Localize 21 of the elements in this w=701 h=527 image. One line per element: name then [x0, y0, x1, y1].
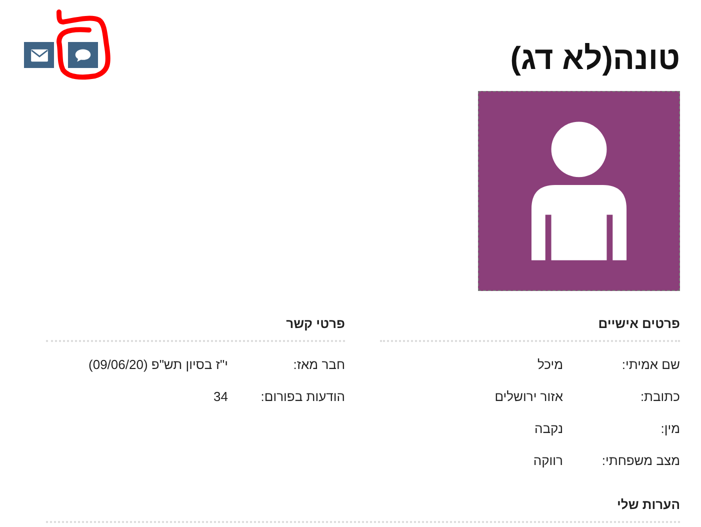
field-value: י"ז בסיון תש"פ (09/06/20)	[88, 356, 228, 372]
chat-button[interactable]	[68, 42, 98, 68]
avatar-icon	[478, 91, 680, 291]
field-value: מיכל	[538, 356, 563, 372]
field-label: שם אמיתי:	[620, 356, 680, 372]
field-label: מין:	[660, 420, 680, 436]
field-label: חבר מאז:	[292, 356, 345, 372]
field-label: כתובת:	[639, 388, 680, 404]
section-heading: הערות שלי	[46, 492, 680, 523]
field-label: מצב משפחתי:	[600, 452, 680, 468]
field-value: רווקה	[533, 452, 563, 468]
speech-bubble-icon	[74, 48, 92, 62]
field-label: הודעות בפורום:	[260, 388, 345, 404]
section-heading: פרטים אישיים	[380, 311, 680, 342]
field-value: נקבה	[534, 420, 563, 436]
profile-title: טונה(לא דג)	[510, 39, 680, 78]
section-heading: פרטי קשר	[46, 311, 345, 342]
envelope-icon	[30, 48, 48, 62]
field-value: 34	[214, 388, 228, 404]
field-value: אזור ירושלים	[494, 388, 563, 404]
email-button[interactable]	[24, 42, 54, 68]
